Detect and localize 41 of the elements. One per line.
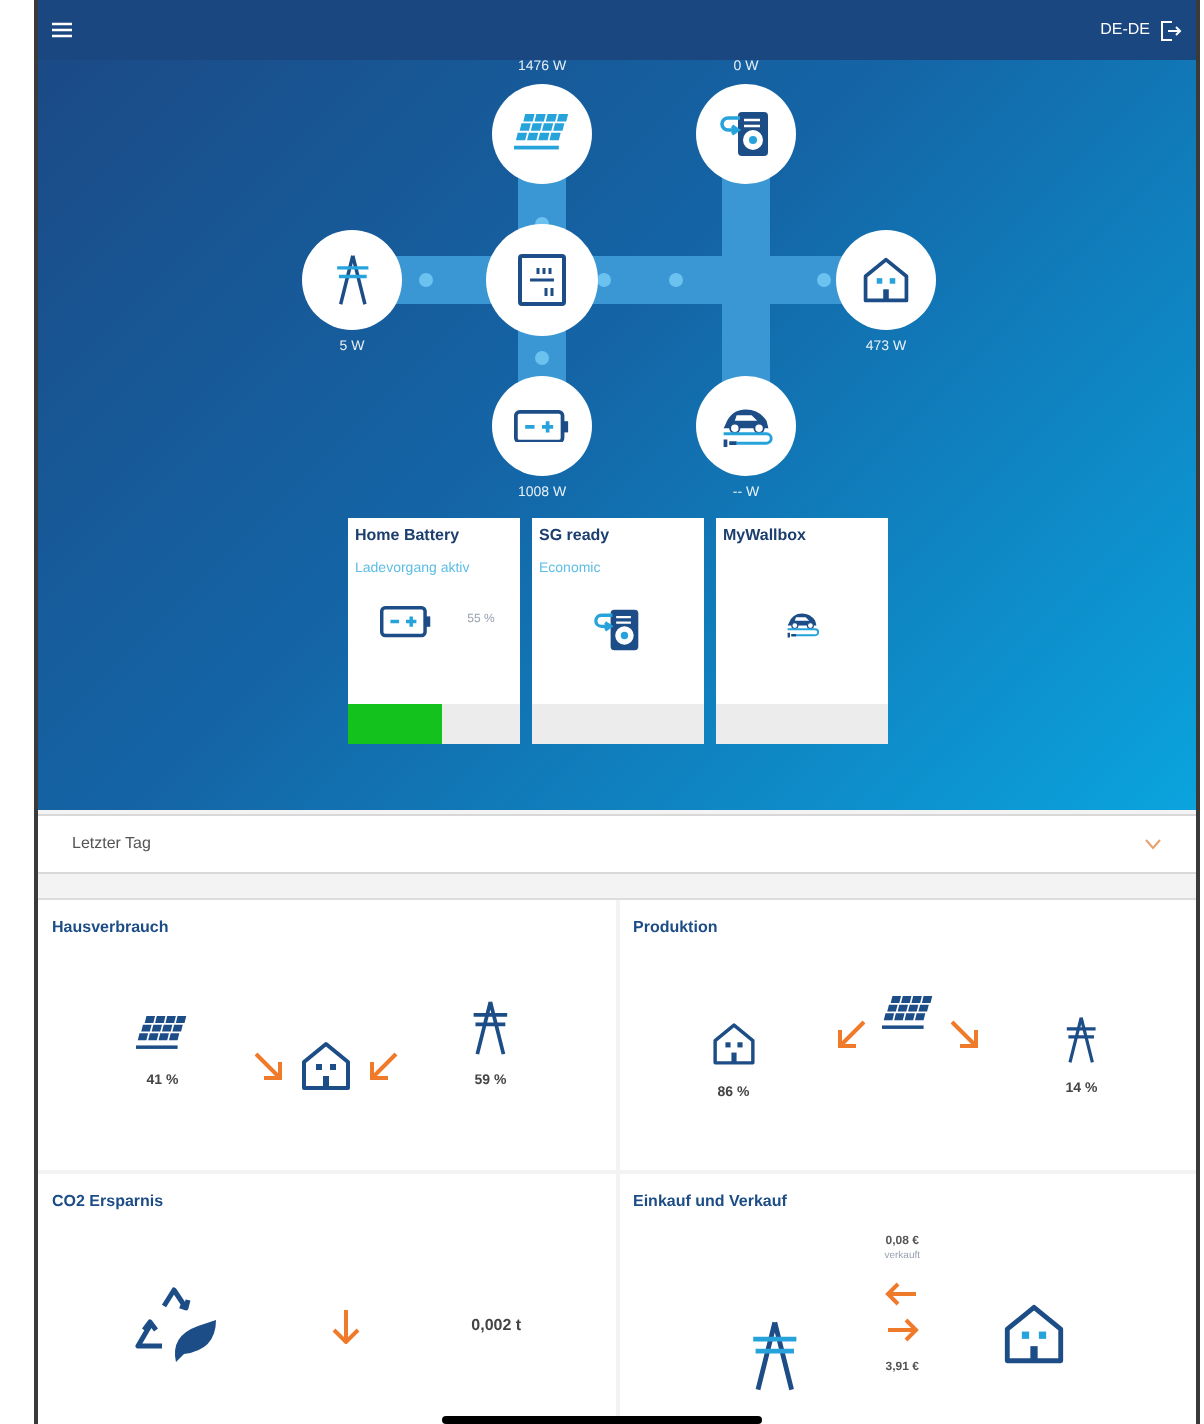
car-node[interactable]: [696, 376, 796, 476]
house-icon: [709, 1020, 758, 1068]
card-title: Produktion: [631, 916, 720, 940]
card-title: CO2 Ersparnis: [50, 1190, 166, 1214]
menu-icon[interactable]: [52, 22, 72, 38]
house-icon: [1000, 1300, 1069, 1368]
arrow-icon: [366, 1047, 403, 1083]
solar-panel-icon: [136, 1015, 189, 1052]
solar-node[interactable]: [492, 84, 592, 184]
house-icon: [298, 1037, 355, 1093]
battery-icon: [514, 409, 570, 443]
arrow-icon: [833, 1016, 870, 1052]
grid-node[interactable]: [302, 230, 402, 330]
heat-pump-icon: [720, 108, 772, 160]
heat-pump-node[interactable]: [696, 84, 796, 184]
logout-icon[interactable]: [1160, 19, 1182, 41]
device-tile[interactable]: MyWallbox: [715, 518, 887, 744]
arrow-icon: [945, 1016, 982, 1052]
arrow-icon: [250, 1047, 287, 1083]
tile-title: SG ready: [539, 526, 612, 546]
arrow-icon: [327, 1308, 364, 1344]
heat-pump-icon: [593, 606, 641, 654]
chevron-down-icon: [1144, 838, 1162, 850]
co2-amount: 0,002 t: [471, 1314, 522, 1338]
power-pylon-icon: [468, 1000, 513, 1056]
house-node[interactable]: [836, 230, 936, 330]
period-dropdown[interactable]: Letzter Tag: [38, 814, 1196, 874]
language-selector[interactable]: DE-DE: [1100, 18, 1150, 42]
house-icon: [860, 254, 912, 306]
meter-icon: [518, 254, 566, 306]
card-title: Hausverbrauch: [50, 916, 171, 940]
power-pylon-icon: [1062, 1016, 1101, 1064]
power-pylon-icon: [331, 254, 373, 306]
tile-title: MyWallbox: [723, 526, 808, 546]
car-icon: [783, 610, 819, 639]
battery-icon: [379, 606, 432, 638]
card-title: Einkauf und Verkauf: [631, 1190, 789, 1214]
solar-panel-icon: [881, 996, 934, 1033]
battery-node[interactable]: [492, 376, 592, 476]
tile-title: Home Battery: [355, 526, 462, 546]
solar-panel-icon: [514, 114, 570, 154]
